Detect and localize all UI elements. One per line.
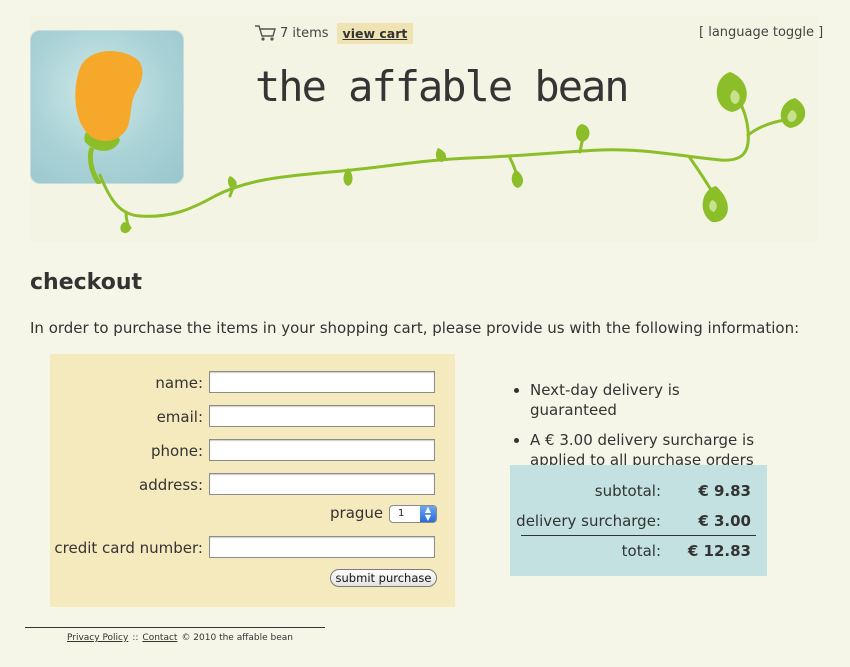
name-input[interactable]: [209, 371, 435, 393]
credit-card-label: credit card number:: [54, 539, 203, 557]
cart-widget: 7 items view cart: [254, 22, 414, 44]
email-label: email:: [156, 408, 203, 426]
page-heading: checkout: [30, 270, 142, 295]
surcharge-row: delivery surcharge: € 3.00: [510, 512, 767, 532]
name-label: name:: [155, 374, 203, 392]
bullet-icon: [514, 438, 519, 443]
info-item-text: A € 3.00 delivery surcharge is applied t…: [530, 431, 755, 469]
checkout-form: name: email: phone: address: prague 1 ▲ ▼…: [50, 354, 455, 607]
cart-item-count: 7 items: [280, 25, 329, 41]
footer-divider: [25, 627, 325, 628]
credit-card-input[interactable]: [209, 536, 435, 558]
submit-purchase-button[interactable]: submit purchase: [330, 569, 437, 587]
phone-row: phone:: [50, 439, 455, 463]
info-item: A € 3.00 delivery surcharge is applied t…: [512, 430, 762, 470]
subtotal-value: € 9.83: [698, 482, 751, 500]
bullet-icon: [514, 388, 519, 393]
surcharge-value: € 3.00: [698, 512, 751, 530]
footer-separator: ::: [132, 633, 139, 643]
site-title: the affable bean: [255, 62, 630, 111]
total-label: total:: [621, 542, 661, 560]
subtotal-label: subtotal:: [594, 482, 661, 500]
totals-divider: [521, 535, 756, 536]
email-input[interactable]: [209, 405, 435, 427]
select-arrows-icon: ▲ ▼: [420, 506, 436, 522]
checkout-intro-text: In order to purchase the items in your s…: [30, 319, 800, 337]
total-value: € 12.83: [687, 542, 751, 560]
copyright-text: © 2010 the affable bean: [181, 633, 294, 643]
bean-logo[interactable]: [30, 30, 184, 184]
contact-link[interactable]: Contact: [142, 633, 177, 643]
city-label: prague: [330, 504, 384, 522]
phone-input[interactable]: [209, 439, 435, 461]
shopping-cart-icon[interactable]: [254, 24, 276, 42]
subtotal-row: subtotal: € 9.83: [510, 482, 767, 502]
info-item: Next-day delivery is guaranteed: [512, 380, 762, 420]
bean-logo-image: [75, 50, 143, 184]
language-toggle[interactable]: [ language toggle ]: [699, 25, 823, 40]
phone-label: phone:: [151, 442, 203, 460]
order-totals-box: subtotal: € 9.83 delivery surcharge: € 3…: [510, 465, 767, 576]
info-item-text: Next-day delivery is guaranteed: [530, 381, 680, 419]
name-row: name:: [50, 371, 455, 395]
address-row: address:: [50, 473, 455, 497]
surcharge-label: delivery surcharge:: [516, 512, 661, 530]
footer: Privacy Policy:: Contact © 2010 the affabl…: [67, 633, 297, 643]
city-district-select-value: 1: [398, 508, 405, 519]
credit-card-row: credit card number:: [50, 536, 455, 560]
address-input[interactable]: [209, 473, 435, 495]
email-row: email:: [50, 405, 455, 429]
privacy-policy-link[interactable]: Privacy Policy: [67, 633, 128, 643]
total-row: total: € 12.83: [510, 542, 767, 562]
city-district-select[interactable]: 1 ▲ ▼: [389, 505, 437, 523]
address-label: address:: [139, 476, 203, 494]
view-cart-link[interactable]: view cart: [336, 22, 414, 44]
